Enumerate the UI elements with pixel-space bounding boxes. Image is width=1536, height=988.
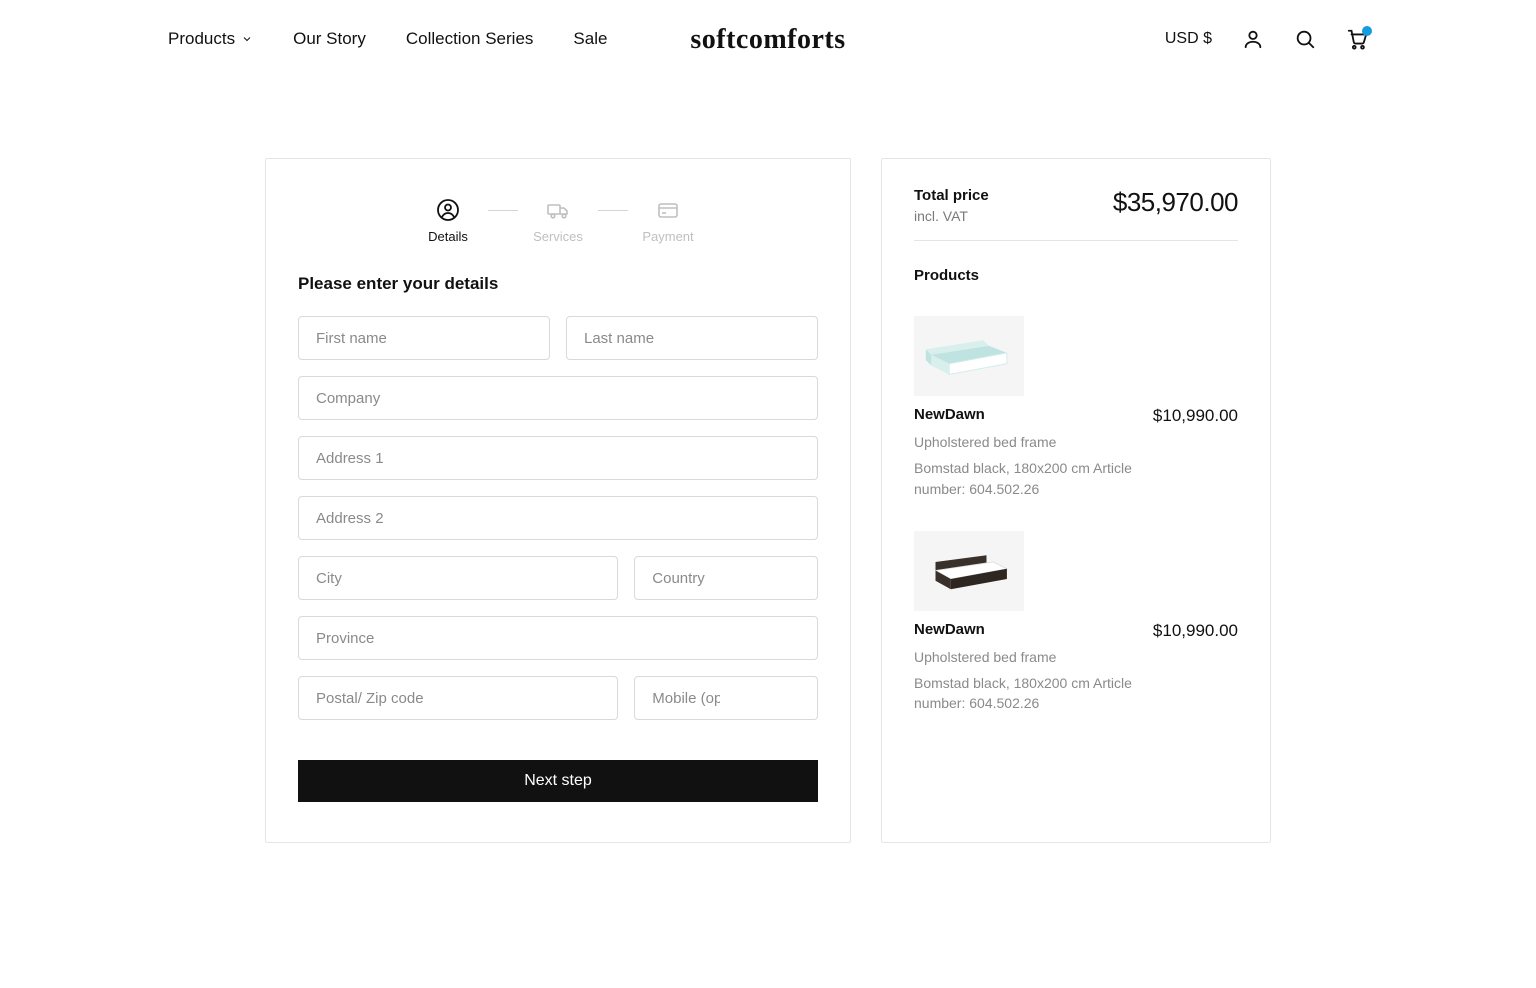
nav-our-story-label: Our Story [293,29,366,49]
order-summary-panel: Total price incl. VAT $35,970.00 Product… [881,158,1271,843]
step-details[interactable]: Details [408,197,488,244]
product-price: $10,990.00 [1153,406,1238,426]
details-panel: Details Services Payment Please enter yo… [265,158,851,843]
step-payment-label: Payment [642,229,693,244]
province-input[interactable] [314,629,802,648]
company-input[interactable] [314,389,802,408]
bed-illustration-icon [927,543,1012,598]
last-name-field[interactable] [566,316,818,360]
summary-product: NewDawn $10,990.00 Upholstered bed frame… [914,531,1238,714]
search-icon [1294,28,1316,50]
step-payment[interactable]: Payment [628,197,708,244]
nav-sale-label: Sale [573,29,607,49]
user-icon [1242,28,1264,50]
address2-field[interactable] [298,496,818,540]
country-field[interactable] [634,556,818,600]
nav-sale[interactable]: Sale [573,29,607,49]
total-vat-label: incl. VAT [914,208,989,224]
first-name-field[interactable] [298,316,550,360]
city-input[interactable] [314,569,602,588]
step-details-label: Details [428,229,468,244]
last-name-input[interactable] [582,329,802,348]
postal-field[interactable] [298,676,618,720]
product-subtitle: Upholstered bed frame [914,432,1238,452]
mobile-field[interactable] [634,676,818,720]
city-field[interactable] [298,556,618,600]
country-input[interactable] [650,569,802,588]
nav-collection-label: Collection Series [406,29,534,49]
cart-button[interactable] [1346,28,1368,50]
postal-input[interactable] [314,689,602,708]
account-button[interactable] [1242,28,1264,50]
product-name: NewDawn [914,621,985,638]
address1-field[interactable] [298,436,818,480]
summary-product: NewDawn $10,990.00 Upholstered bed frame… [914,316,1238,499]
cart-indicator-dot [1362,26,1372,36]
nav-products[interactable]: Products [168,29,253,49]
search-button[interactable] [1294,28,1316,50]
product-subtitle: Upholstered bed frame [914,647,1238,667]
products-title: Products [914,267,1238,284]
primary-nav: Products Our Story Collection Series Sal… [168,29,607,49]
total-row: Total price incl. VAT $35,970.00 [914,187,1238,241]
total-amount: $35,970.00 [1113,187,1238,218]
first-name-input[interactable] [314,329,534,348]
company-field[interactable] [298,376,818,420]
site-header: Products Our Story Collection Series Sal… [0,0,1536,78]
checkout-stepper: Details Services Payment [298,197,818,244]
province-field[interactable] [298,616,818,660]
step-services-label: Services [533,229,583,244]
currency-selector[interactable]: USD $ [1165,30,1212,48]
next-step-button[interactable]: Next step [298,760,818,802]
address2-input[interactable] [314,509,802,528]
product-detail: Bomstad black, 180x200 cm Article number… [914,673,1134,714]
product-price: $10,990.00 [1153,621,1238,641]
form-title: Please enter your details [298,274,818,294]
step-services[interactable]: Services [518,197,598,244]
product-thumbnail [914,531,1024,611]
brand-logo[interactable]: softcomforts [690,24,845,56]
step-separator [598,210,628,211]
step-separator [488,210,518,211]
address1-input[interactable] [314,449,802,468]
credit-card-icon [655,197,681,223]
chevron-down-icon [241,33,253,45]
product-detail: Bomstad black, 180x200 cm Article number… [914,458,1134,499]
nav-collection[interactable]: Collection Series [406,29,534,49]
bed-illustration-icon [924,329,1014,384]
user-circle-icon [435,197,461,223]
product-name: NewDawn [914,406,985,423]
mobile-input[interactable] [650,689,722,708]
header-actions: USD $ [1165,28,1368,50]
product-thumbnail [914,316,1024,396]
checkout-main: Details Services Payment Please enter yo… [0,158,1536,843]
total-price-label: Total price [914,187,989,204]
nav-our-story[interactable]: Our Story [293,29,366,49]
truck-icon [545,197,571,223]
nav-products-label: Products [168,29,235,49]
